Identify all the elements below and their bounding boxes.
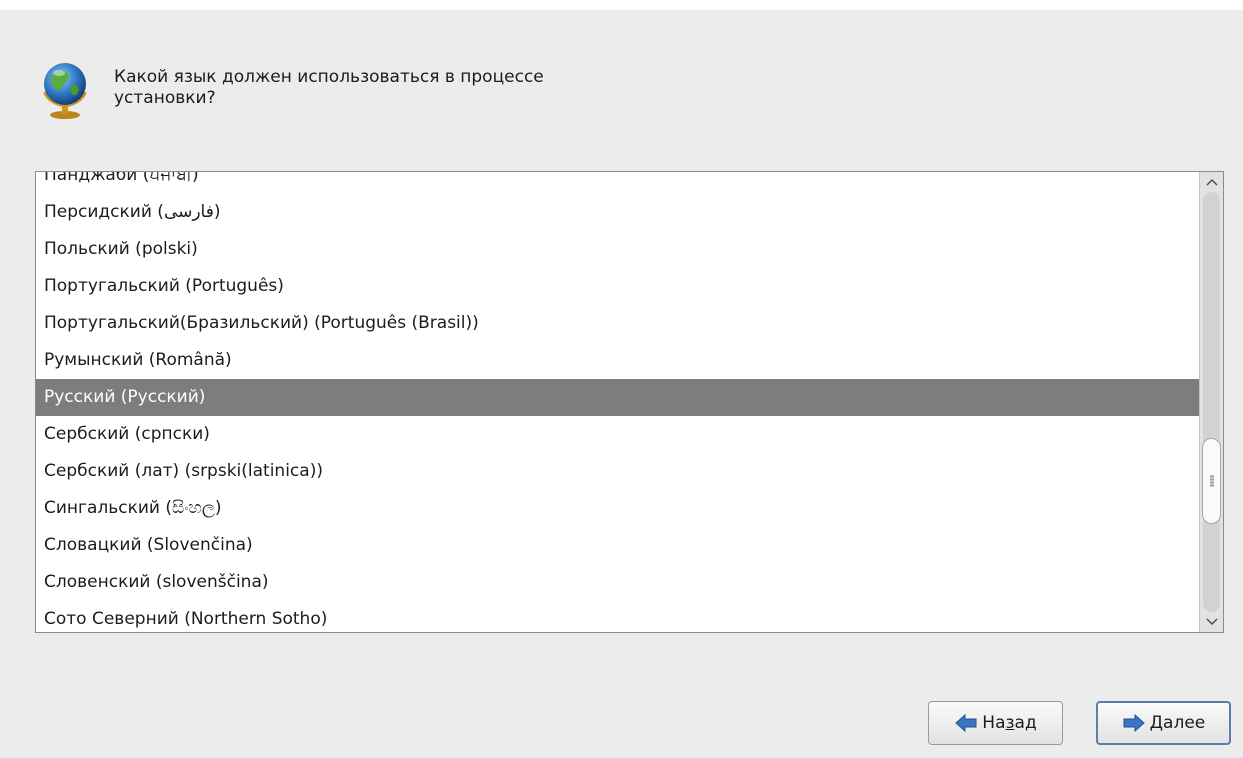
language-item[interactable]: Сербский (српски) — [36, 416, 1199, 453]
next-button[interactable]: Далее — [1096, 701, 1231, 745]
language-list[interactable]: Панджаби (ਪੰਜਾਬੀ) Персидский (فارسی) Польс… — [35, 171, 1224, 633]
question-line-1: Какой язык должен использоваться в проце… — [114, 67, 544, 87]
language-item[interactable]: Сербский (лат) (srpski(latinica)) — [36, 453, 1199, 490]
next-button-label: Далее — [1149, 713, 1206, 733]
language-item-selected[interactable]: Русский (Русский) — [36, 379, 1199, 416]
language-item[interactable]: Польский (polski) — [36, 231, 1199, 268]
scroll-track[interactable] — [1203, 192, 1220, 612]
back-button[interactable]: Назад — [928, 701, 1063, 745]
language-item[interactable]: Сото Северний (Northern Sotho) — [36, 601, 1199, 632]
language-item[interactable]: Панджаби (ਪੰਜਾਬੀ) — [36, 172, 1199, 194]
back-button-label: Назад — [982, 713, 1037, 733]
grip-icon — [1210, 475, 1214, 487]
language-item[interactable]: Португальский(Бразильский) (Português (B… — [36, 305, 1199, 342]
language-list-items: Панджаби (ਪੰਜਾਬੀ) Персидский (فارسی) Польс… — [36, 172, 1199, 632]
arrow-left-icon — [955, 713, 977, 733]
scroll-thumb[interactable] — [1202, 438, 1221, 524]
language-item[interactable]: Словенский (slovenščina) — [36, 564, 1199, 601]
arrow-right-icon — [1123, 713, 1145, 733]
question-line-2: установки? — [114, 88, 216, 108]
globe-icon — [36, 58, 94, 120]
language-header: Какой язык должен использоваться в проце… — [36, 58, 674, 120]
scroll-up-arrow-icon[interactable] — [1200, 172, 1223, 192]
language-item[interactable]: Румынский (Română) — [36, 342, 1199, 379]
language-item[interactable]: Португальский (Português) — [36, 268, 1199, 305]
language-item[interactable]: Сингальский (සිංහල) — [36, 490, 1199, 527]
language-question: Какой язык должен использоваться в проце… — [114, 67, 674, 109]
language-item[interactable]: Персидский (فارسی) — [36, 194, 1199, 231]
scroll-down-arrow-icon[interactable] — [1200, 612, 1223, 632]
language-item[interactable]: Словацкий (Slovenčina) — [36, 527, 1199, 564]
vertical-scrollbar[interactable] — [1199, 172, 1223, 632]
